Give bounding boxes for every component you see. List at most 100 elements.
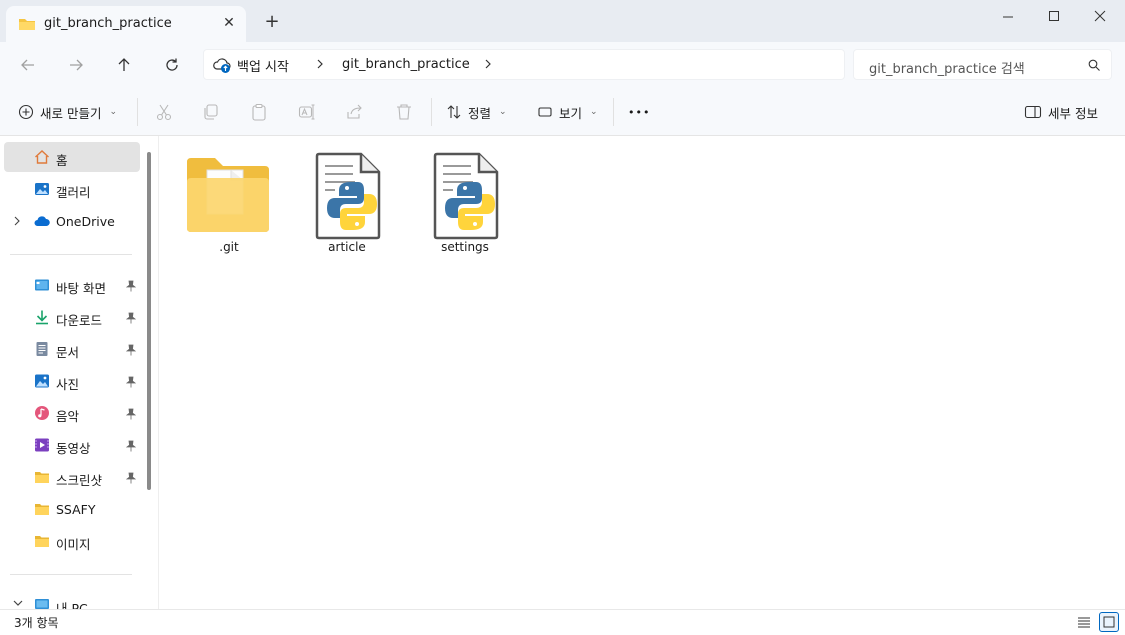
cut-button[interactable] bbox=[155, 103, 175, 123]
rename-icon bbox=[298, 104, 315, 120]
arrow-left-icon bbox=[21, 59, 34, 71]
rename-button[interactable] bbox=[298, 103, 318, 123]
arrow-right-icon bbox=[70, 59, 83, 71]
tiles-view-icon bbox=[1103, 616, 1115, 628]
tab-git-branch-practice[interactable]: git_branch_practice ✕ bbox=[6, 6, 246, 42]
list-view-icon bbox=[1078, 617, 1090, 628]
sidebar-scrollbar[interactable] bbox=[147, 152, 151, 490]
close-window-button[interactable] bbox=[1077, 4, 1123, 28]
paste-button[interactable] bbox=[250, 103, 270, 123]
sidebar-item-pictures[interactable]: 사진 bbox=[4, 366, 140, 396]
sort-button[interactable]: 정렬 ⌄ bbox=[446, 100, 507, 124]
chevron-down-icon: ⌄ bbox=[109, 107, 118, 117]
minimize-button[interactable] bbox=[985, 4, 1031, 28]
trash-icon bbox=[397, 104, 411, 120]
sidebar-item-images[interactable]: 이미지 bbox=[4, 526, 140, 556]
scissors-icon bbox=[156, 104, 172, 121]
sidebar-item-label: 동영상 bbox=[56, 441, 91, 456]
maximize-button[interactable] bbox=[1031, 4, 1077, 28]
sidebar-item-label: 바탕 화면 bbox=[56, 281, 106, 296]
details-view-button[interactable] bbox=[1074, 612, 1094, 632]
arrow-up-icon bbox=[118, 58, 130, 71]
sidebar-item-desktop[interactable]: 바탕 화면 bbox=[4, 270, 140, 300]
up-button[interactable] bbox=[109, 51, 139, 79]
paste-icon bbox=[252, 103, 266, 121]
status-bar: 3개 항목 bbox=[0, 609, 1125, 634]
refresh-button[interactable] bbox=[157, 51, 187, 79]
forward-button[interactable] bbox=[61, 51, 91, 79]
pin-icon bbox=[125, 408, 137, 420]
chevron-right-icon[interactable] bbox=[314, 57, 326, 74]
sidebar-item-label: SSAFY bbox=[56, 502, 96, 517]
chevron-down-icon: ⌄ bbox=[590, 107, 598, 117]
sidebar-item-onedrive[interactable]: OneDrive bbox=[4, 206, 140, 236]
details-pane-icon bbox=[1024, 105, 1042, 119]
sidebar-item-ssafy[interactable]: SSAFY bbox=[4, 494, 140, 524]
new-button[interactable]: 새로 만들기 ⌄ bbox=[18, 100, 117, 124]
chevron-right-icon[interactable] bbox=[482, 57, 494, 74]
cloud-icon bbox=[34, 213, 50, 229]
minimize-icon bbox=[1003, 16, 1013, 18]
divider bbox=[10, 574, 132, 575]
home-icon bbox=[34, 149, 50, 165]
large-icons-view-button[interactable] bbox=[1099, 612, 1119, 632]
back-button[interactable] bbox=[13, 51, 43, 79]
copy-button[interactable] bbox=[202, 103, 222, 123]
sidebar-item-this-pc[interactable]: 내 PC bbox=[4, 590, 140, 609]
sidebar-item-label: 문서 bbox=[56, 345, 80, 360]
pin-icon bbox=[125, 312, 137, 324]
download-icon bbox=[34, 309, 50, 325]
folder-icon bbox=[185, 154, 271, 237]
file-item-git-folder[interactable]: .git bbox=[179, 146, 279, 258]
plus-circle-icon bbox=[18, 104, 34, 120]
divider bbox=[137, 98, 138, 126]
sidebar-item-home[interactable]: 홈 bbox=[4, 142, 140, 172]
share-button[interactable] bbox=[346, 103, 366, 123]
file-item-article[interactable]: article bbox=[297, 146, 397, 258]
sidebar-item-videos[interactable]: 동영상 bbox=[4, 430, 140, 460]
address-row: 백업 시작 git_branch_practice git_branch_pra… bbox=[0, 42, 1125, 88]
backup-cloud-icon bbox=[213, 56, 231, 77]
sidebar-item-music[interactable]: 음악 bbox=[4, 398, 140, 428]
view-label: 보기 bbox=[559, 105, 583, 121]
python-file-icon bbox=[433, 152, 513, 243]
view-button[interactable]: 보기 ⌄ bbox=[537, 100, 598, 124]
file-name: article bbox=[328, 240, 366, 254]
chevron-right-icon[interactable] bbox=[12, 214, 22, 231]
sidebar-item-downloads[interactable]: 다운로드 bbox=[4, 302, 140, 332]
sidebar-item-label: 스크린샷 bbox=[56, 473, 103, 488]
details-label: 세부 정보 bbox=[1048, 105, 1098, 121]
document-icon bbox=[34, 341, 50, 357]
new-tab-button[interactable]: + bbox=[262, 12, 282, 32]
pin-icon bbox=[125, 376, 137, 388]
file-item-settings[interactable]: settings bbox=[415, 146, 515, 258]
details-pane-button[interactable]: 세부 정보 bbox=[1024, 100, 1098, 124]
close-tab-button[interactable]: ✕ bbox=[220, 14, 238, 32]
search-input[interactable]: git_branch_practice 검색 bbox=[853, 49, 1112, 80]
sidebar-item-label: OneDrive bbox=[56, 214, 115, 229]
chevron-down-icon[interactable] bbox=[12, 598, 24, 609]
delete-button[interactable] bbox=[395, 103, 415, 123]
close-icon bbox=[1094, 10, 1106, 22]
breadcrumb-backup[interactable]: 백업 시작 bbox=[237, 56, 289, 75]
share-icon bbox=[347, 104, 362, 119]
sidebar-item-gallery[interactable]: 갤러리 bbox=[4, 174, 140, 204]
pin-icon bbox=[125, 440, 137, 452]
sidebar-item-screenshots[interactable]: 스크린샷 bbox=[4, 462, 140, 492]
file-name: .git bbox=[219, 240, 239, 254]
breadcrumb-current-folder[interactable]: git_branch_practice bbox=[342, 57, 470, 72]
divider bbox=[431, 98, 432, 126]
address-bar[interactable]: 백업 시작 git_branch_practice bbox=[203, 49, 845, 80]
folder-icon bbox=[34, 469, 50, 485]
maximize-icon bbox=[1049, 11, 1059, 21]
sidebar-item-documents[interactable]: 문서 bbox=[4, 334, 140, 364]
sidebar-item-label: 내 PC bbox=[56, 601, 88, 609]
more-options-button[interactable]: ••• bbox=[628, 100, 650, 124]
sidebar-item-label: 갤러리 bbox=[56, 185, 91, 200]
pictures-icon bbox=[34, 373, 50, 389]
folder-icon bbox=[18, 17, 36, 34]
divider bbox=[10, 254, 132, 255]
folder-icon bbox=[34, 533, 50, 549]
new-label: 새로 만들기 bbox=[40, 105, 102, 121]
sidebar-item-label: 홈 bbox=[56, 153, 68, 168]
